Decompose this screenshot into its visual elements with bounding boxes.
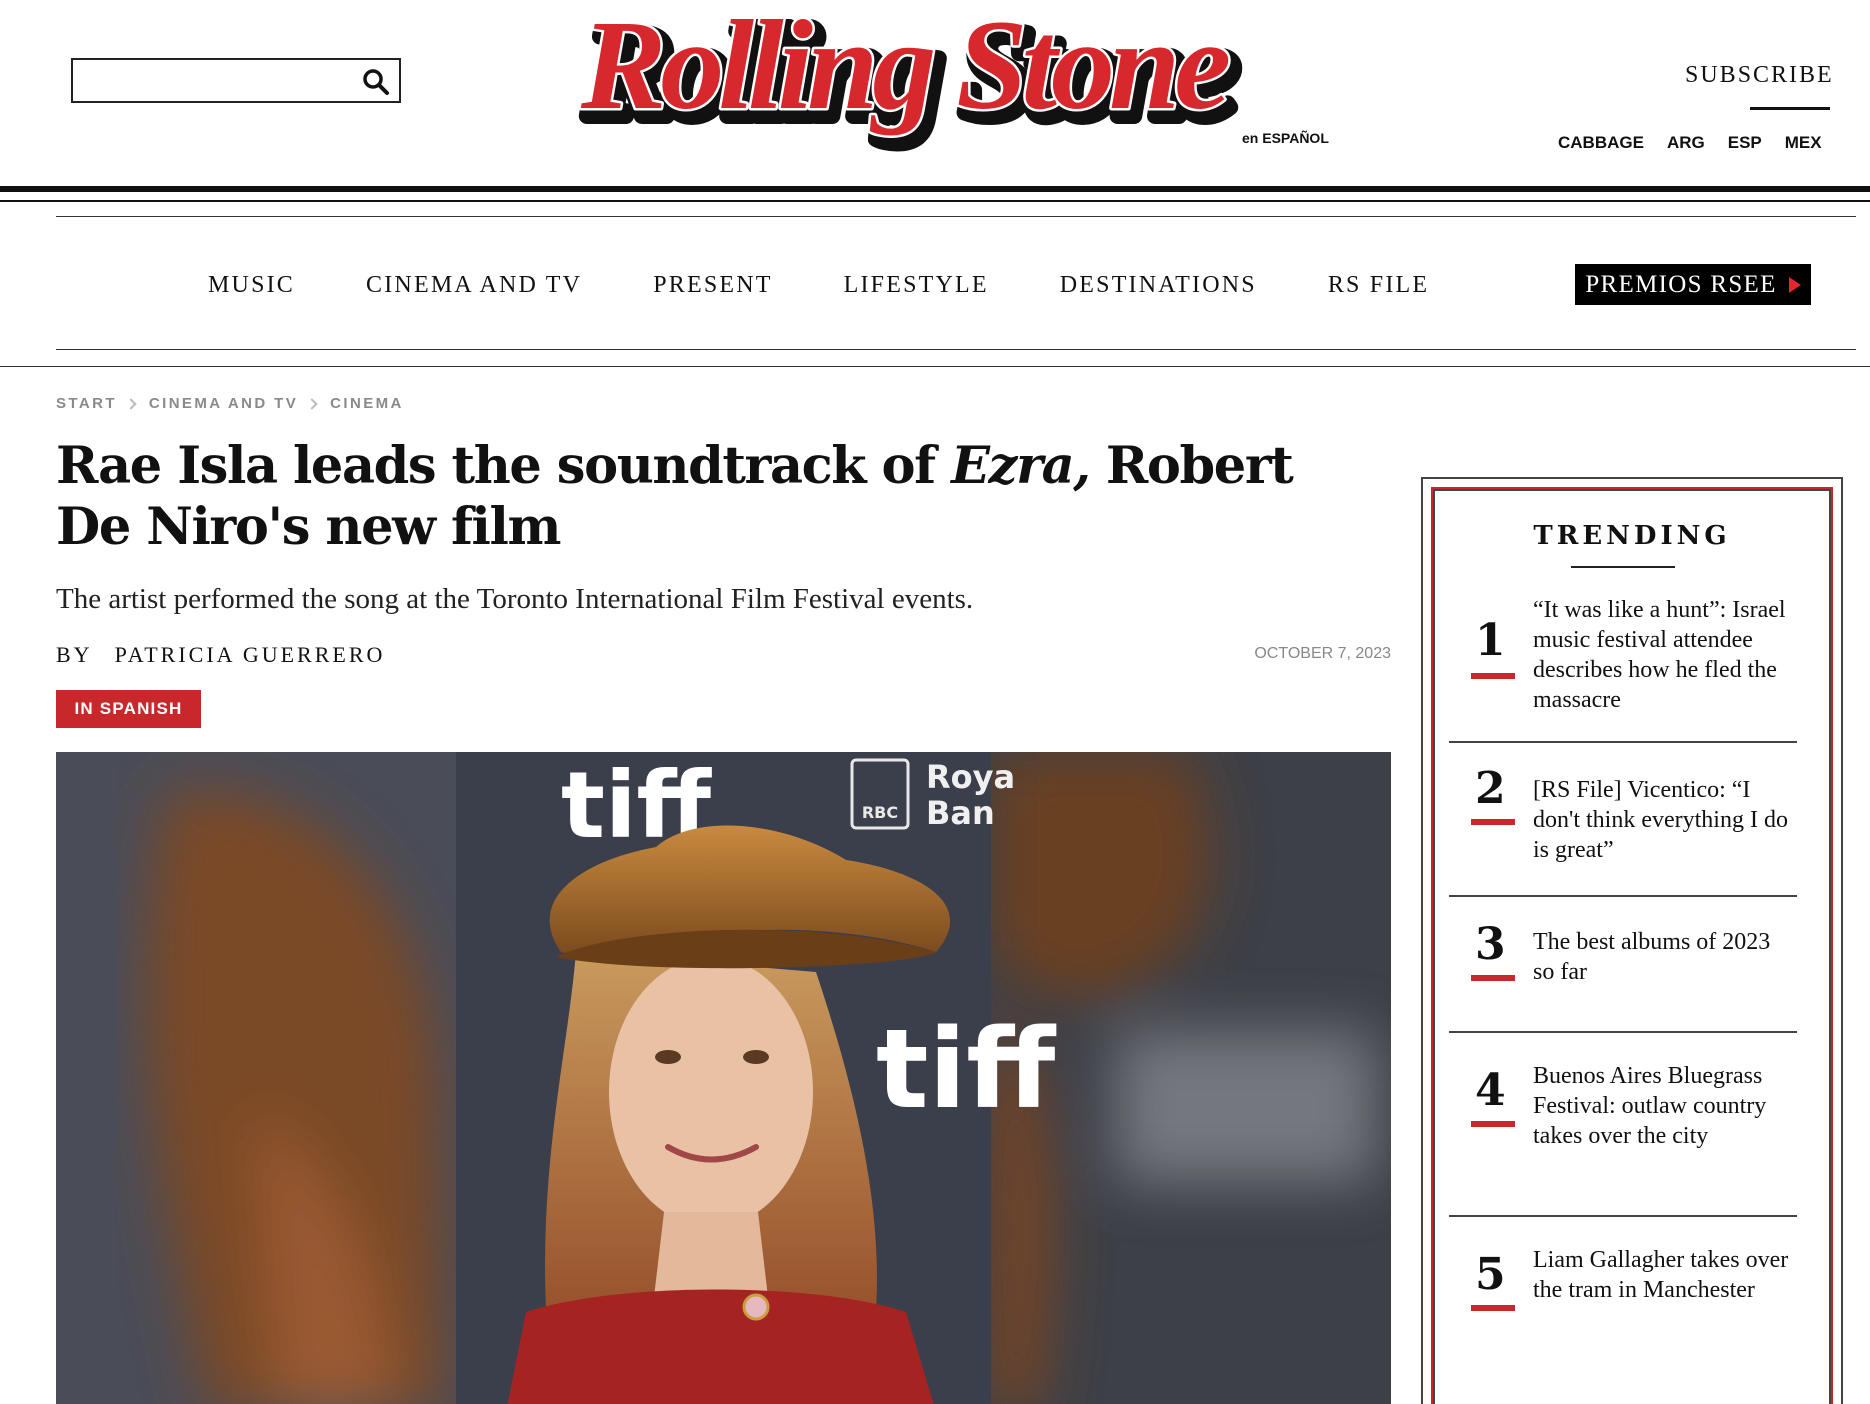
trending-headline[interactable]: Liam Gallagher takes over the tram in Ma… [1533,1245,1793,1305]
logo-subtitle: en ESPAÑOL [1242,130,1329,146]
main-nav: MUSIC CINEMA AND TV PRESENT LIFESTYLE DE… [208,272,1429,299]
header-divider-thin [0,200,1870,202]
nav-item-present[interactable]: PRESENT [653,272,772,299]
chevron-right-icon [125,397,137,410]
rank-underline [1471,1121,1515,1127]
trending-rank: 2 [1475,763,1506,814]
backdrop-tiff-logo-2: tiff [876,1005,1057,1133]
header-divider-thick [0,186,1870,192]
trending-item[interactable]: 5 Liam Gallagher takes over the tram in … [1449,1217,1797,1404]
search-input[interactable] [79,64,349,97]
rank-underline [1471,1305,1515,1311]
logo-wordmark: Rolling Stone Rolling Stone [578,0,1249,152]
byline-prefix: BY [56,642,93,667]
backdrop-rbc-logo: RBC [862,803,898,822]
rank-underline [1471,673,1515,679]
author-link[interactable]: PATRICIA GUERRERO [115,642,386,667]
edition-link-mex[interactable]: MEX [1785,133,1822,153]
nav-top-divider [56,216,1856,217]
language-badge[interactable]: IN SPANISH [56,690,201,728]
trending-headline[interactable]: Buenos Aires Bluegrass Festival: outlaw … [1533,1061,1793,1151]
trending-item[interactable]: 4 Buenos Aires Bluegrass Festival: outla… [1449,1033,1797,1217]
trending-title-rule [1571,566,1675,568]
trending-headline[interactable]: The best albums of 2023 so far [1533,927,1793,987]
article-headline: Rae Isla leads the soundtrack of Ezra, R… [56,436,1356,558]
edition-link-cabbage[interactable]: CABBAGE [1558,133,1644,153]
trending-item[interactable]: 1 “It was like a hunt”: Israel music fes… [1449,583,1797,743]
rank-underline [1471,975,1515,981]
breadcrumb-cinema[interactable]: CINEMA [330,395,404,412]
hero-photo: tiff RBC Roya Ban tiff [56,752,1391,1404]
play-arrow-icon [1788,276,1801,293]
breadcrumb: START CINEMA AND TV CINEMA [56,395,404,412]
rolling-stone-logo[interactable]: Rolling Stone Rolling Stone [575,0,1350,164]
trending-rank: 4 [1475,1065,1506,1116]
trending-sidebar: TRENDING 1 “It was like a hunt”: Israel … [1421,477,1843,1404]
premios-label: PREMIOS RSEE [1585,270,1777,298]
trending-headline[interactable]: “It was like a hunt”: Israel music festi… [1533,595,1793,715]
premios-rsee-button[interactable]: PREMIOS RSEE [1575,264,1811,305]
edition-link-esp[interactable]: ESP [1728,133,1762,153]
trending-rank: 1 [1475,615,1506,666]
headline-part-1: Rae Isla leads the soundtrack of [56,436,952,496]
nav-item-cinema-and-tv[interactable]: CINEMA AND TV [366,272,582,299]
trending-rank: 3 [1475,919,1506,970]
nav-bottom-divider [56,349,1856,350]
byline: BY PATRICIA GUERRERO [56,642,385,668]
headline-film-title: Ezra, [951,436,1091,496]
hero-image: tiff RBC Roya Ban tiff [56,752,1391,1404]
nav-item-music[interactable]: MUSIC [208,272,295,299]
article-subheadline: The artist performed the song at the Tor… [56,583,974,615]
logo-text: Rolling Stone [580,4,1228,136]
hero-blurred-left [56,752,456,1404]
trending-item[interactable]: 3 The best albums of 2023 so far [1449,897,1797,1033]
trending-item[interactable]: 2 [RS File] Vicentico: “I don't think ev… [1449,743,1797,897]
content-top-divider [0,366,1870,367]
publish-date: OCTOBER 7, 2023 [1254,645,1391,662]
backdrop-sponsor-line-2: Ban [926,794,995,832]
breadcrumb-start[interactable]: START [56,395,117,412]
breadcrumb-cinema-and-tv[interactable]: CINEMA AND TV [149,395,298,412]
trending-panel: TRENDING 1 “It was like a hunt”: Israel … [1433,489,1831,1404]
nav-item-lifestyle[interactable]: LIFESTYLE [844,272,989,299]
chevron-right-icon [306,397,318,410]
edition-links: CABBAGE ARG ESP MEX [1558,133,1822,153]
hero-center-photo: tiff RBC Roya Ban tiff [456,752,1057,1404]
trending-title: TRENDING [1533,521,1731,551]
rank-underline [1471,819,1515,825]
edition-link-arg[interactable]: ARG [1667,133,1705,153]
nav-item-destinations[interactable]: DESTINATIONS [1060,272,1257,299]
nav-item-rs-file[interactable]: RS FILE [1328,272,1429,299]
trending-rank: 5 [1475,1249,1506,1300]
search-box[interactable] [71,58,401,103]
search-icon[interactable] [361,67,391,97]
subscribe-link[interactable]: SUBSCRIBE [1685,62,1834,89]
backdrop-sponsor-line-1: Roya [926,758,1015,796]
subscribe-underline [1750,107,1830,110]
trending-headline[interactable]: [RS File] Vicentico: “I don't think ever… [1533,775,1793,865]
